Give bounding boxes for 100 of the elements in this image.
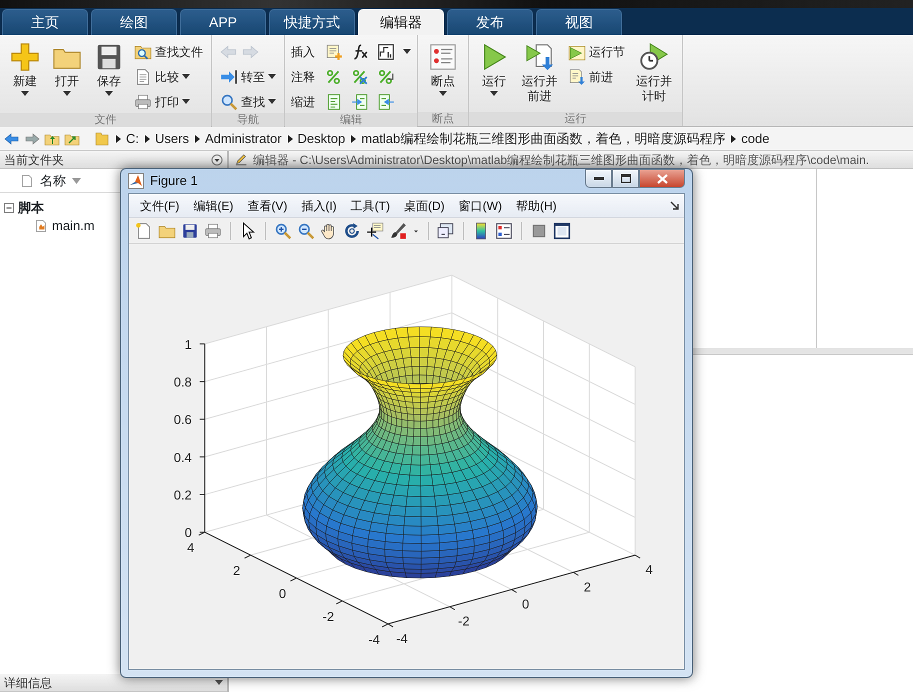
path-segment[interactable]: matlab编程绘制花瓶三维图形曲面函数，着色，明暗度源码程序 <box>361 128 726 148</box>
linked-plot-icon[interactable] <box>437 222 455 240</box>
maximize-icon <box>620 174 630 183</box>
caret-icon[interactable] <box>215 680 223 685</box>
minimize-icon <box>594 176 604 180</box>
tree-folder[interactable]: 脚本 <box>18 198 44 218</box>
close-button[interactable] <box>639 169 685 188</box>
ribbon-button[interactable]: 查找文件 <box>132 40 205 63</box>
indent-icon[interactable] <box>351 92 369 110</box>
ribbon-button[interactable]: 运行 <box>475 40 513 98</box>
menu-item[interactable]: 编辑(E) <box>186 196 240 214</box>
dock-arrow-icon[interactable] <box>670 200 680 210</box>
forward-arrow-icon[interactable] <box>24 130 40 146</box>
tick-label: -2 <box>458 614 470 629</box>
ribbon-tab[interactable]: 主页 <box>2 9 88 35</box>
ribbon-button[interactable]: 运行并前进 <box>517 40 562 106</box>
tick-label: 0 <box>184 525 192 540</box>
save-icon[interactable] <box>181 222 199 240</box>
ribbon-button[interactable]: 运行并计时 <box>631 40 676 106</box>
rotate-icon[interactable] <box>343 222 361 240</box>
ribbon-button[interactable]: 查找 <box>218 90 278 113</box>
menu-item[interactable]: 查看(V) <box>240 196 294 214</box>
panel-title: 当前文件夹 <box>4 152 64 168</box>
plot-tools-icon[interactable] <box>553 222 571 240</box>
chevron-icon <box>349 134 358 142</box>
tick-label: 0.6 <box>174 412 192 428</box>
tick-label: -2 <box>322 608 334 624</box>
menu-item[interactable]: 插入(I) <box>294 196 344 214</box>
breakpoint-list-icon <box>428 42 458 72</box>
ribbon-button[interactable]: 前进 <box>566 65 628 88</box>
app-logo-icon <box>128 173 144 189</box>
new-file-icon[interactable] <box>135 222 153 240</box>
ribbon-button[interactable]: 断点 <box>424 40 462 98</box>
panel-title: 详细信息 <box>4 674 52 692</box>
zoom-in-icon[interactable] <box>274 222 292 240</box>
percent-wrap-icon[interactable] <box>377 68 395 86</box>
document-icon <box>134 68 152 86</box>
menu-item[interactable]: 工具(T) <box>344 196 397 214</box>
row-label: 缩进 <box>291 94 316 110</box>
window-title: Figure 1 <box>150 172 198 190</box>
legend-icon[interactable] <box>495 222 513 240</box>
plus-icon <box>10 42 40 72</box>
tree-file[interactable]: main.m <box>52 216 95 236</box>
ribbon-button[interactable]: 保存 <box>90 40 128 98</box>
ribbon-button[interactable]: 运行节 <box>566 40 628 63</box>
ribbon-tab[interactable]: 快捷方式 <box>269 9 355 35</box>
chevron-icon <box>114 134 122 142</box>
tick-label: 0 <box>522 596 530 612</box>
path-segment[interactable]: code <box>741 128 770 148</box>
close-icon <box>656 174 668 184</box>
path-segment[interactable]: C: <box>126 128 139 148</box>
menu-item[interactable]: 文件(F) <box>133 196 186 214</box>
function-box-icon[interactable] <box>377 42 395 60</box>
folder-icon <box>94 130 110 146</box>
print-icon[interactable] <box>204 222 222 240</box>
path-segment[interactable]: Administrator <box>204 128 282 148</box>
collapse-icon[interactable] <box>4 203 14 213</box>
tick-label: 0.8 <box>174 374 192 390</box>
search-icon <box>220 92 238 110</box>
ribbon-tab[interactable]: 发布 <box>447 9 533 35</box>
outdent-icon[interactable] <box>377 92 395 110</box>
ribbon-button[interactable]: 新建 <box>6 40 44 98</box>
printer-icon <box>134 92 152 110</box>
ribbon-button[interactable]: 比较 <box>132 65 205 88</box>
zoom-out-icon[interactable] <box>297 222 315 240</box>
document-lines-icon[interactable] <box>325 92 343 110</box>
minimize-button[interactable] <box>585 169 612 188</box>
maximize-button[interactable] <box>612 169 639 188</box>
tick-label: 4 <box>187 540 194 556</box>
brush-icon[interactable] <box>389 222 407 240</box>
tick-label: 0 <box>278 586 286 601</box>
path-segment[interactable]: Desktop <box>298 128 346 148</box>
menu-item[interactable]: 帮助(H) <box>508 196 564 214</box>
path-segment[interactable]: Users <box>155 128 189 148</box>
tick-label: 0.4 <box>174 450 192 465</box>
panel-menu-icon[interactable] <box>211 154 223 166</box>
ribbon-tab[interactable]: 视图 <box>536 9 622 35</box>
ribbon-button[interactable]: 转至 <box>218 65 278 88</box>
ribbon-tab[interactable]: 编辑器 <box>358 9 444 35</box>
group-label: 断点 <box>418 112 468 126</box>
document-plus-icon[interactable] <box>325 42 343 60</box>
row-label: 注释 <box>291 68 316 86</box>
tick-label: 1 <box>184 336 192 352</box>
percent-cross-icon[interactable] <box>351 68 369 86</box>
ribbon-button[interactable]: 打印 <box>132 90 205 113</box>
data-cursor-icon[interactable] <box>366 222 384 240</box>
ribbon-button[interactable]: 打开 <box>48 40 86 98</box>
tick-label: 4 <box>646 562 653 578</box>
pencil-icon <box>235 152 249 166</box>
arrow-to-bar-icon <box>220 68 238 86</box>
group-label: 运行 <box>469 112 682 126</box>
column-header[interactable]: 名称 <box>40 170 66 190</box>
menu-item[interactable]: 桌面(D) <box>396 196 452 214</box>
ribbon-tab[interactable]: APP <box>180 9 266 35</box>
back-arrow-icon[interactable] <box>4 130 20 146</box>
ribbon-tab[interactable]: 绘图 <box>91 9 177 35</box>
group-label: 文件 <box>0 113 211 127</box>
tick-label: -4 <box>368 632 380 647</box>
menu-item[interactable]: 窗口(W) <box>452 196 509 214</box>
sort-caret-icon <box>72 178 81 184</box>
